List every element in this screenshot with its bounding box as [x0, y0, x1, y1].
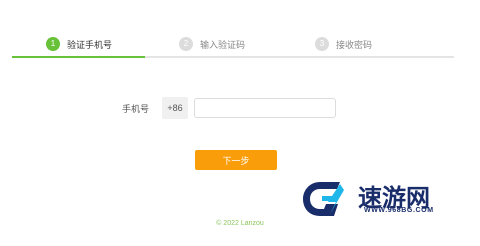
step-verify-phone: 1 验证手机号 — [46, 34, 112, 54]
phone-input[interactable] — [194, 98, 336, 118]
phone-row: 手机号 +86 — [122, 97, 336, 119]
step-label: 验证手机号 — [67, 39, 113, 50]
country-code: +86 — [162, 97, 188, 119]
step-number: 1 — [46, 37, 60, 51]
watermark-url: WWW.968BG.COM — [364, 207, 434, 214]
progress-track — [12, 56, 454, 58]
step-label: 接收密码 — [336, 39, 373, 50]
step-enter-code: 2 输入验证码 — [179, 34, 245, 54]
steps-indicator: 1 验证手机号 2 输入验证码 3 接收密码 — [12, 34, 454, 58]
step-receive-password: 3 接收密码 — [315, 34, 372, 54]
footer-copyright: © 2022 Lanzou — [216, 220, 264, 227]
watermark: 速游网 WWW.968BG.COM — [300, 178, 470, 220]
phone-label: 手机号 — [122, 103, 150, 114]
progress-fill — [12, 56, 145, 58]
step-label: 输入验证码 — [200, 39, 246, 50]
watermark-logo-icon — [303, 182, 344, 216]
step-number: 3 — [315, 37, 329, 51]
step-number: 2 — [179, 37, 193, 51]
next-step-button[interactable]: 下一步 — [195, 150, 277, 170]
